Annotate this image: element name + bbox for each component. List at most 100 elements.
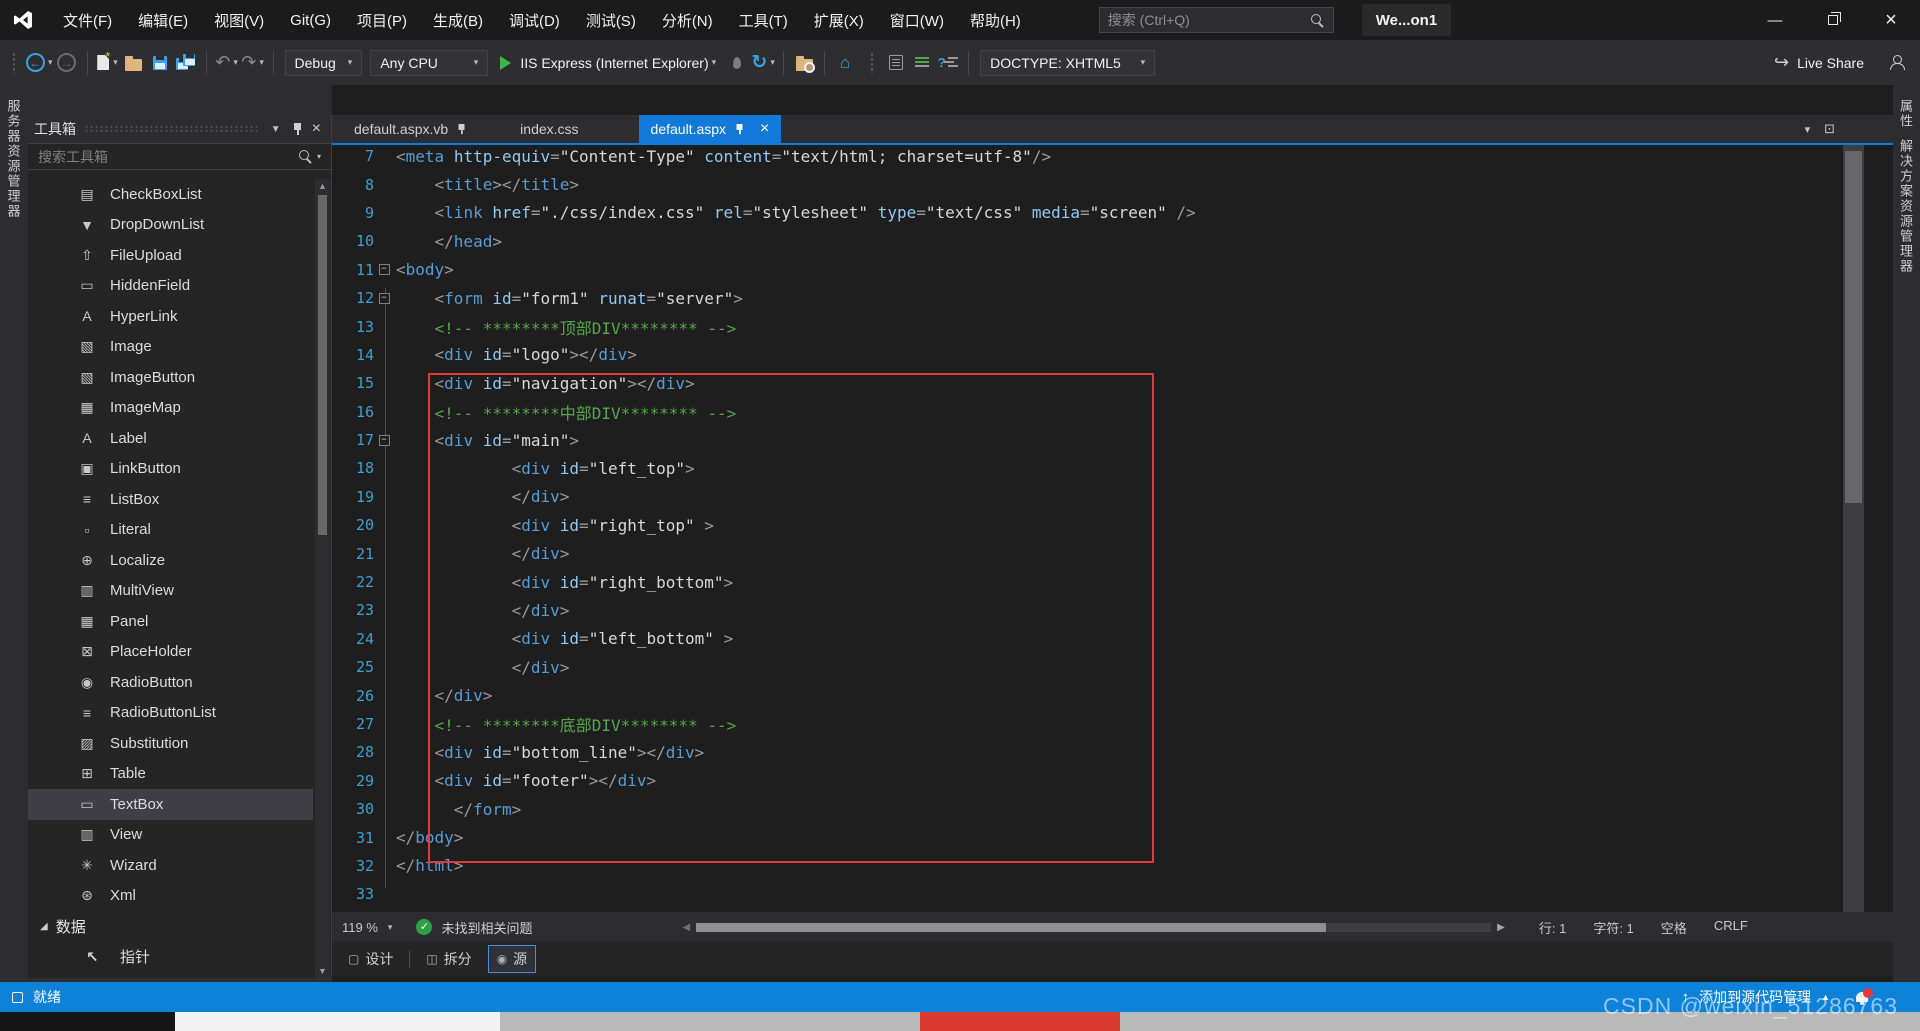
start-debugging-button[interactable]: IIS Express (Internet Explorer)▾ (492, 47, 724, 79)
restore-button[interactable] (1804, 0, 1862, 40)
toolbox-item-hyperlink[interactable]: AHyperLink (28, 301, 313, 332)
toolbox-item-localize[interactable]: ⊕Localize (28, 545, 313, 576)
editor-scroll-thumb[interactable] (1845, 151, 1862, 503)
fold-gutter[interactable]: − (374, 264, 394, 275)
hscroll-thumb[interactable] (696, 923, 1326, 932)
toolbox-item-linkbutton[interactable]: ▣LinkButton (28, 454, 313, 485)
close-button[interactable]: × (1862, 0, 1920, 40)
split-view-tab[interactable]: ◫ 拆分 (418, 946, 479, 972)
toolbox-item-fileupload[interactable]: ⇧FileUpload (28, 240, 313, 271)
tab-default-aspx[interactable]: default.aspx × (639, 115, 782, 143)
format-document-button[interactable] (910, 48, 934, 78)
toolbox-item-panel[interactable]: ▦Panel (28, 606, 313, 637)
code-line-12[interactable]: 12− <form id="form1" runat="server"> (332, 284, 1893, 312)
code-editor[interactable]: 7<meta http-equiv="Content-Type" content… (332, 145, 1893, 912)
menu-item-编辑(E)[interactable]: 编辑(E) (125, 0, 201, 40)
chevron-down-icon[interactable]: ▼ (271, 124, 281, 135)
code-line-9[interactable]: 9 <link href="./css/index.css" rel="styl… (332, 199, 1893, 227)
redo-button[interactable]: ↷▾ (241, 48, 265, 78)
editor-horizontal-scrollbar[interactable] (696, 923, 1491, 932)
minimize-button[interactable]: — (1746, 0, 1804, 40)
code-line-8[interactable]: 8 <title></title> (332, 170, 1893, 198)
fold-gutter[interactable]: − (374, 293, 394, 304)
collapse-icon[interactable]: − (379, 264, 390, 275)
code-line-11[interactable]: 11−<body> (332, 256, 1893, 284)
toolbox-item-imagebutton[interactable]: ▧ImageButton (28, 362, 313, 393)
document-outline-button[interactable] (884, 48, 908, 78)
toolbox-item-radiobutton[interactable]: ◉RadioButton (28, 667, 313, 698)
toolbox-item-view[interactable]: ▥View (28, 820, 313, 851)
menu-item-Git(G)[interactable]: Git(G) (277, 0, 344, 40)
live-share-button[interactable]: ↪ Live Share (1774, 52, 1906, 73)
tab-default-aspx-vb[interactable]: default.aspx.vb (342, 115, 484, 143)
save-button[interactable] (148, 48, 172, 78)
toolbox-item-image[interactable]: ▧Image (28, 332, 313, 363)
code-line-14[interactable]: 14 <div id="logo"></div> (332, 341, 1893, 369)
navigate-back-button[interactable]: ←▾ (26, 48, 53, 78)
format-selection-button[interactable]: ? (936, 48, 960, 78)
toolbox-close-icon[interactable]: × (312, 120, 321, 138)
quick-search-box[interactable]: 搜索 (Ctrl+Q) (1099, 7, 1334, 33)
eol-indicator[interactable]: CRLF (1714, 918, 1748, 937)
add-person-icon[interactable] (1890, 55, 1906, 70)
toolbox-item-xml[interactable]: ⊛Xml (28, 881, 313, 912)
menu-item-调试(D)[interactable]: 调试(D) (496, 0, 573, 40)
active-files-chevron-icon[interactable]: ▾ (1805, 123, 1811, 136)
toolbox-scroll-thumb[interactable] (318, 195, 327, 535)
menu-item-测试(S)[interactable]: 测试(S) (573, 0, 649, 40)
server-explorer-tab[interactable]: 服务器资源管理器 (6, 99, 23, 219)
toolbox-item-textbox[interactable]: ▭TextBox (28, 789, 313, 820)
close-icon[interactable]: × (760, 120, 769, 138)
design-view-tab[interactable]: ▢ 设计 (340, 946, 401, 972)
pin-icon[interactable] (458, 123, 466, 134)
toolbox-group-data[interactable]: ◢数据 (28, 911, 313, 942)
menu-item-视图(V)[interactable]: 视图(V) (201, 0, 277, 40)
refresh-button[interactable]: ↻▾ (751, 48, 775, 78)
doctype-dropdown[interactable]: DOCTYPE: XHTML5▾ (980, 50, 1155, 76)
toolbox-item-table[interactable]: ⊞Table (28, 759, 313, 790)
toolbox-item-substitution[interactable]: ▨Substitution (28, 728, 313, 759)
scroll-up-icon[interactable]: ▲ (315, 181, 330, 191)
toolbox-item-placeholder[interactable]: ⊠PlaceHolder (28, 637, 313, 668)
toolbox-item-imagemap[interactable]: ▦ImageMap (28, 393, 313, 424)
new-project-button[interactable]: *▾ (96, 48, 120, 78)
toolbox-item-listbox[interactable]: ≡ListBox (28, 484, 313, 515)
code-line-7[interactable]: 7<meta http-equiv="Content-Type" content… (332, 145, 1893, 170)
editor-vertical-scrollbar[interactable] (1843, 145, 1864, 912)
toolbox-scrollbar[interactable]: ▲ ▼ (315, 179, 330, 978)
toolbox-item-pointer[interactable]: ↖指针 (28, 942, 313, 973)
collapse-icon[interactable]: − (379, 293, 390, 304)
hot-reload-icon[interactable] (725, 48, 749, 78)
menu-item-扩展(X)[interactable]: 扩展(X) (801, 0, 877, 40)
toolbox-search-dropdown-icon[interactable]: ▾ (317, 152, 321, 161)
menu-item-生成(B)[interactable]: 生成(B) (420, 0, 496, 40)
save-all-button[interactable] (174, 48, 198, 78)
solution-explorer-tab[interactable]: 解决方案资源管理器 (1898, 139, 1915, 274)
menu-item-分析(N)[interactable]: 分析(N) (649, 0, 726, 40)
code-line-33[interactable]: 33 (332, 880, 1893, 908)
window-options-icon[interactable]: ⊡ (1824, 121, 1835, 137)
toolbox-item-wizard[interactable]: ✳Wizard (28, 850, 313, 881)
pin-icon[interactable] (293, 123, 302, 136)
solution-configurations-dropdown[interactable]: Debug▾ (285, 50, 363, 76)
hscroll-right-icon[interactable]: ▶ (1497, 922, 1505, 933)
toolbox-item-literal[interactable]: ▫Literal (28, 515, 313, 546)
menu-item-工具(T)[interactable]: 工具(T) (726, 0, 801, 40)
navigate-forward-button[interactable]: → (55, 48, 79, 78)
code-line-13[interactable]: 13 <!-- ********顶部DIV******** --> (332, 312, 1893, 340)
find-in-files-button[interactable] (792, 48, 816, 78)
toolbox-search-input[interactable]: 搜索工具箱 ▾ (28, 143, 331, 170)
hscroll-left-icon[interactable]: ◀ (682, 922, 690, 933)
toolbox-item-hiddenfield[interactable]: ▭HiddenField (28, 271, 313, 302)
code-line-10[interactable]: 10 </head> (332, 227, 1893, 255)
toolbox-item-radiobuttonlist[interactable]: ≡RadioButtonList (28, 698, 313, 729)
toolbar-grip-2[interactable] (870, 52, 875, 74)
toolbar-grip[interactable] (12, 52, 17, 74)
browse-home-button[interactable]: ⌂ (833, 48, 857, 78)
toolbox-item-multiview[interactable]: ▥MultiView (28, 576, 313, 607)
open-file-button[interactable] (122, 48, 146, 78)
toolbox-item-checkboxlist[interactable]: ▤CheckBoxList (28, 179, 313, 210)
menu-item-窗口(W)[interactable]: 窗口(W) (877, 0, 957, 40)
toolbox-drag-handle[interactable] (84, 125, 257, 133)
menu-item-文件(F)[interactable]: 文件(F) (50, 0, 125, 40)
